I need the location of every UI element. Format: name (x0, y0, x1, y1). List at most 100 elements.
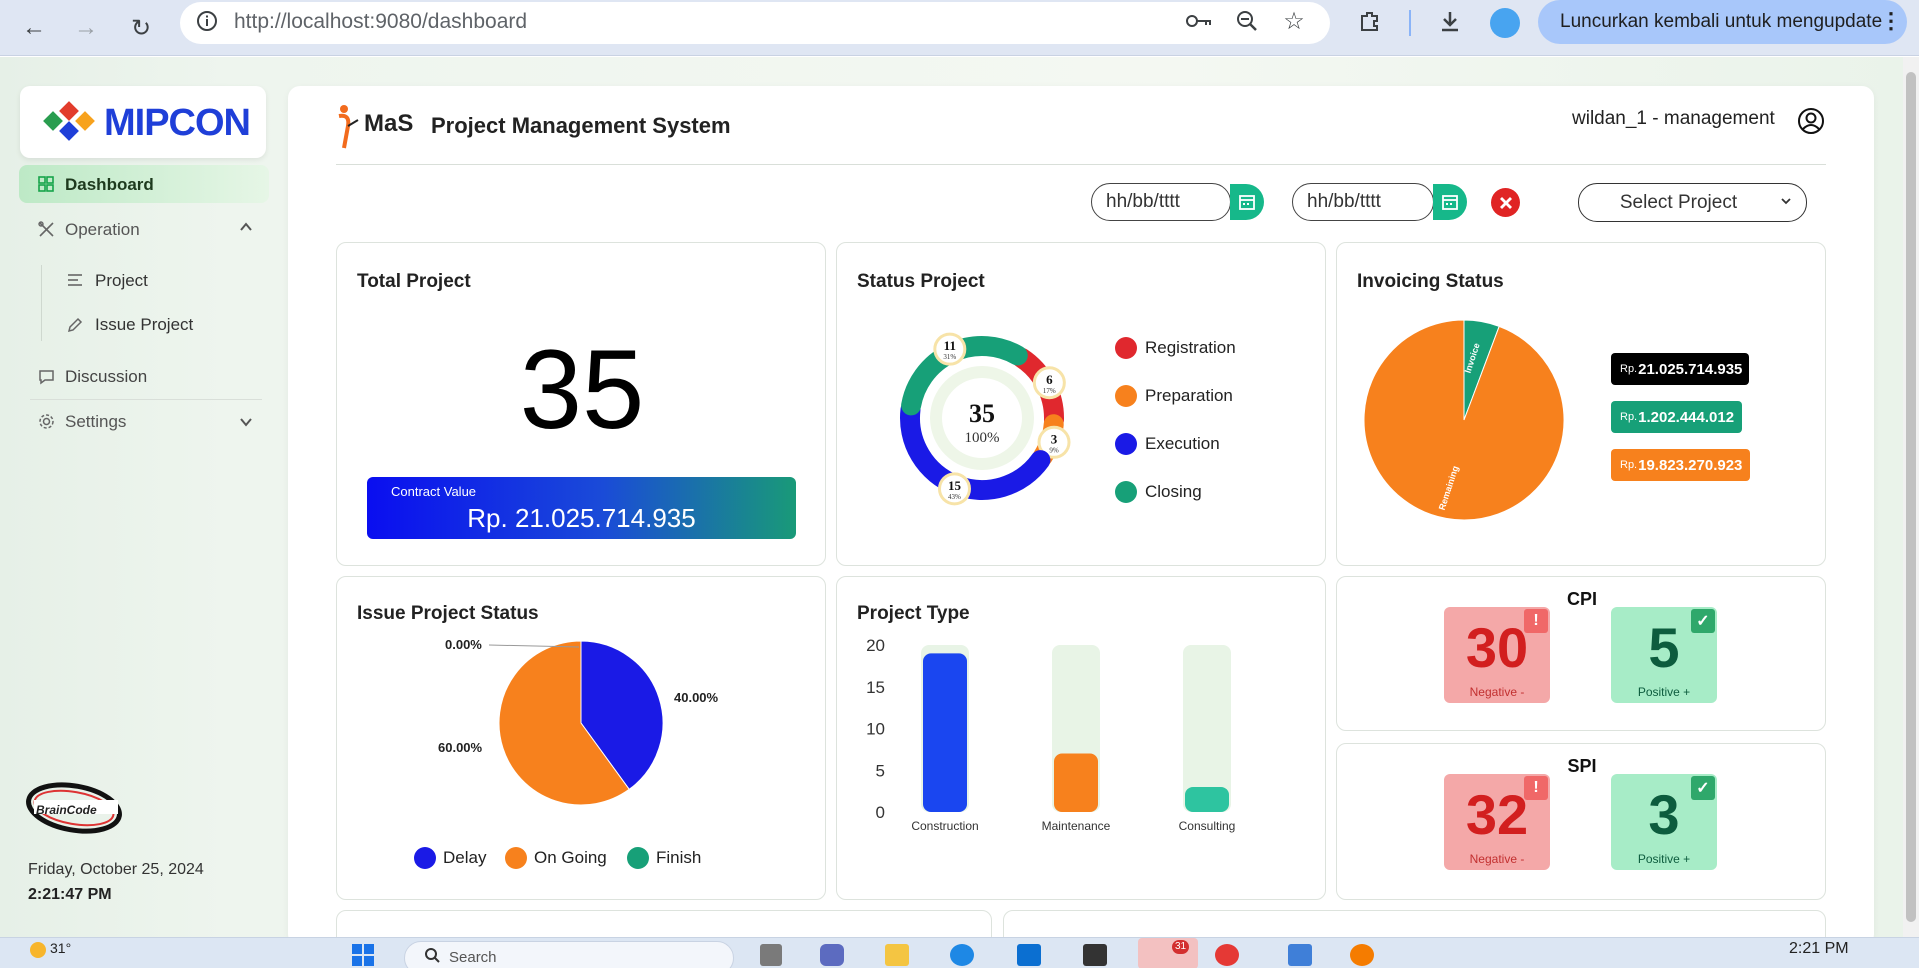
finish-leader-line (488, 644, 580, 648)
spi-negative-label: Negative - (1469, 852, 1525, 866)
status-project-panel: Status Project 6 17% 3 9% 15 43% 11 31% 35 100% R… (836, 242, 1326, 566)
start-date-input[interactable]: hh/bb/tttt (1091, 183, 1231, 221)
edge-icon[interactable] (950, 944, 974, 966)
weather-icon[interactable] (30, 942, 46, 958)
notification-count: 31 (1172, 940, 1190, 954)
sidebar-divider (30, 399, 262, 400)
download-icon[interactable] (1433, 4, 1467, 38)
donut-pct-label: 17% (1043, 387, 1056, 395)
sidebar-item-discussion[interactable]: Discussion (65, 367, 147, 387)
chrome-icon[interactable] (1215, 944, 1239, 966)
bar-maintenance (1054, 753, 1098, 812)
remaining-badge: Rp. 19.823.270.923 (1611, 449, 1750, 481)
check-icon: ✓ (1691, 609, 1715, 633)
cpi-negative-label: Negative - (1469, 685, 1525, 699)
sidebar-time: 2:21:47 PM (28, 886, 112, 903)
donut-value-label: 15 (948, 478, 962, 493)
update-button[interactable]: Luncurkan kembali untuk mengupdate (1538, 0, 1907, 44)
windows-start-icon[interactable] (352, 944, 374, 966)
panel-title: Project Type (857, 603, 970, 624)
key-icon[interactable] (1182, 4, 1216, 38)
legend-dot-finish (627, 847, 649, 869)
active-app-tile[interactable] (1138, 938, 1198, 968)
clear-filter-button[interactable] (1491, 188, 1520, 217)
site-info-icon[interactable] (190, 4, 224, 38)
legend-label: Registration (1145, 338, 1236, 357)
donut-pct-label: 31% (943, 353, 956, 361)
taskbar-search[interactable]: Search (404, 941, 734, 968)
reload-icon[interactable]: ↻ (123, 10, 159, 46)
contract-value-card: Contract Value Rp. 21.025.714.935 (367, 477, 796, 539)
legend-label: Finish (656, 848, 702, 867)
end-date-input[interactable]: hh/bb/tttt (1292, 183, 1434, 221)
panel-title: Status Project (857, 271, 985, 292)
donut-center-pct: 100% (965, 430, 1000, 446)
legend-dot-delay (414, 847, 436, 869)
sidebar-item-project[interactable]: Project (95, 271, 148, 291)
project-select[interactable]: Select Project (1578, 183, 1807, 222)
back-icon[interactable]: ← (16, 10, 52, 46)
taskbar-clock: 2:21 PM (1789, 940, 1849, 957)
vscode-icon[interactable] (1017, 944, 1041, 966)
extensions-icon[interactable] (1353, 4, 1387, 38)
bar-construction (923, 653, 967, 812)
panel-title: Total Project (357, 271, 471, 292)
firefox-icon[interactable] (1350, 944, 1374, 966)
badge-value: 1.202.444.012 (1638, 408, 1735, 426)
scrollbar-thumb[interactable] (1906, 72, 1916, 922)
cpi-panel: CPI 30 Negative - ! 5 Positive + ✓ (1336, 576, 1826, 731)
chevron-down-icon[interactable] (1780, 194, 1792, 212)
braincode-logo-text: BrainCode (36, 803, 97, 817)
panel-title: SPI (1567, 756, 1597, 776)
bookmark-star-icon[interactable]: ☆ (1277, 4, 1311, 38)
legend-dot-closing (1115, 481, 1137, 503)
invoicing-pie-chart: InvoiceRemaining (1363, 319, 1565, 521)
user-icon[interactable] (1797, 107, 1825, 140)
search-icon (424, 947, 440, 968)
file-explorer-icon[interactable] (885, 944, 909, 966)
panel-title: CPI (1566, 589, 1597, 609)
legend-label: Delay (443, 848, 487, 867)
sidebar-date: Friday, October 25, 2024 (28, 861, 204, 878)
sidebar-item-operation[interactable]: Operation (65, 220, 140, 240)
forward-icon[interactable]: → (68, 10, 104, 46)
sidebar-item-settings[interactable]: Settings (65, 412, 126, 432)
company-logo-text: MIPCON (104, 102, 251, 144)
profile-avatar[interactable] (1490, 8, 1520, 38)
browser-menu-icon[interactable]: ⋮ (1880, 8, 1902, 34)
y-tick-label: 10 (866, 720, 885, 739)
alert-icon: ! (1524, 776, 1548, 800)
page: ← → ↻ http://localhost:9080/dashboard ☆ … (0, 0, 1919, 968)
project-type-bar-chart: 20 15 10 5 0 Construction Maintenance Consultin… (866, 637, 1235, 833)
zoom-icon[interactable] (1230, 4, 1264, 38)
cpi-negative-box: 30 Negative - ! (1444, 607, 1550, 703)
spi-positive-label: Positive + (1637, 852, 1691, 866)
update-label: Luncurkan kembali untuk mengupdate (1560, 11, 1883, 32)
legend-label: Preparation (1145, 386, 1233, 405)
currency-prefix: Rp. (1620, 411, 1638, 423)
project-type-panel: Project Type 20 15 10 5 0 Construction Mainten… (836, 576, 1326, 900)
x-tick-label: Maintenance (1042, 819, 1111, 833)
page-title: Project Management System (431, 113, 731, 138)
calendar-app-icon[interactable] (1288, 944, 1312, 966)
sidebar-item-issue-project[interactable]: Issue Project (95, 315, 193, 335)
invoicing-status-panel: Invoicing Status Invoice Remaining Rp. 21.… (1336, 242, 1826, 566)
chevron-down-icon[interactable] (238, 414, 254, 435)
x-tick-label: Construction (911, 819, 978, 833)
contract-value-label: Contract Value (391, 484, 477, 499)
donut-value-label: 3 (1051, 431, 1058, 446)
copilot-icon[interactable] (820, 944, 844, 966)
pencil-icon (67, 317, 83, 338)
chevron-up-icon[interactable] (238, 219, 254, 240)
y-tick-label: 5 (876, 761, 885, 780)
legend-dot-ongoing (505, 847, 527, 869)
legend-dot-registration (1115, 337, 1137, 359)
donut-pct-label: 43% (948, 493, 961, 501)
user-name: wildan_1 - management (1572, 108, 1775, 129)
terminal-icon[interactable] (1083, 944, 1107, 966)
task-view-icon[interactable] (760, 944, 782, 966)
ongoing-pct-label: 60.00% (438, 740, 483, 755)
issue-status-panel: Issue Project Status 0.00% 40.00% 60.00%… (336, 576, 826, 900)
donut-value-label: 6 (1046, 372, 1053, 387)
invoice-total-badge: Rp. 21.025.714.935 (1611, 353, 1749, 385)
